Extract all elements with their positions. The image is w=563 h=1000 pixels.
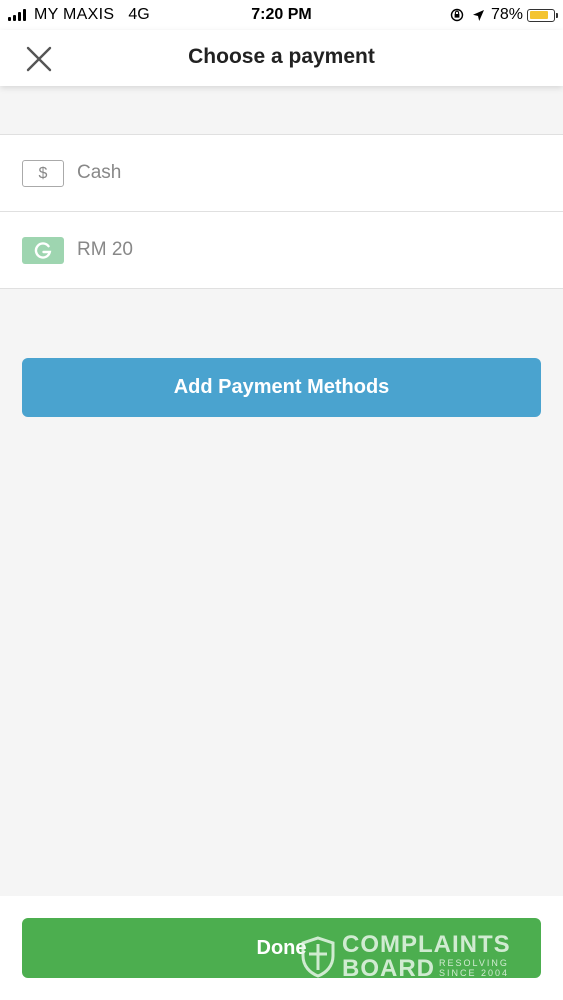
page-title: Choose a payment [188, 45, 375, 68]
orientation-lock-icon [450, 8, 464, 22]
status-bar: MY MAXIS 4G 7:20 PM 78% [0, 0, 563, 30]
payment-method-list: $ Cash RM 20 [0, 134, 563, 289]
add-payment-methods-button[interactable]: Add Payment Methods [22, 358, 541, 417]
done-button[interactable]: Done [22, 918, 541, 978]
dollar-icon: $ [22, 160, 64, 187]
battery-icon [527, 8, 558, 22]
battery-percent: 78% [490, 6, 523, 23]
location-arrow-icon [472, 9, 485, 22]
payment-option-cash[interactable]: $ Cash [0, 135, 563, 212]
payment-option-label: Cash [77, 162, 122, 183]
status-bar-right: 78% [450, 6, 558, 24]
payment-option-label: RM 20 [77, 239, 133, 260]
header: Choose a payment [0, 30, 563, 86]
bottom-bar: Done [0, 896, 563, 1000]
done-label: Done [256, 936, 307, 959]
payment-option-grabpay[interactable]: RM 20 [0, 212, 563, 289]
grabpay-icon [22, 237, 64, 264]
